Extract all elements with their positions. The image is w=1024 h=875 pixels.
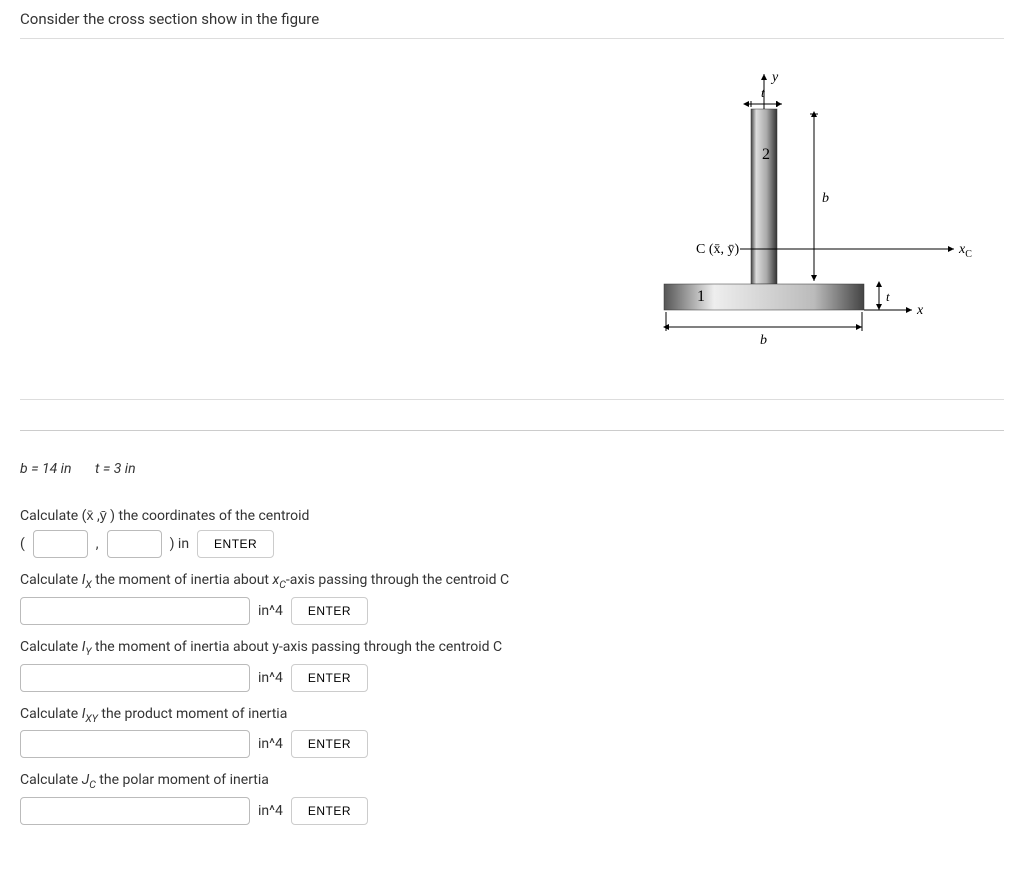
fig-xc-sub: C <box>965 249 972 260</box>
q2-input[interactable] <box>20 597 250 625</box>
fig-b-bottom: b <box>760 333 767 348</box>
fig-x-axis: x <box>916 303 924 318</box>
q1-ybar-input[interactable] <box>107 530 162 558</box>
q3-input[interactable] <box>20 664 250 692</box>
given-b: b = 14 in <box>20 461 71 477</box>
fig-t-top: t <box>761 85 765 100</box>
fig-centroid-label: C (x̄, ȳ) <box>696 242 740 257</box>
q2-unit: in^4 <box>258 603 283 619</box>
cross-section-figure: 2 1 y t b xC C (x̄, ȳ) t x b <box>604 69 1004 369</box>
q4-prompt: Calculate IXY the product moment of iner… <box>20 706 1004 725</box>
q1-enter-button[interactable]: ENTER <box>197 530 274 558</box>
q1-prompt: Calculate (x̄ ,ȳ ) the coordinates of th… <box>20 507 1004 524</box>
q2-enter-button[interactable]: ENTER <box>291 597 368 625</box>
fig-label-1: 1 <box>697 288 705 305</box>
given-values: b = 14 in t = 3 in <box>20 461 1004 477</box>
q1-open-paren: ( <box>20 536 25 552</box>
q3-unit: in^4 <box>258 670 283 686</box>
q3-enter-button[interactable]: ENTER <box>291 664 368 692</box>
svg-text:xC: xC <box>958 242 972 260</box>
q5-unit: in^4 <box>258 803 283 819</box>
q2-prompt: Calculate IX the moment of inertia about… <box>20 572 1004 591</box>
fig-t-right: t <box>886 289 890 304</box>
given-t: t = 3 in <box>95 461 136 477</box>
q4-unit: in^4 <box>258 736 283 752</box>
q1-xbar-input[interactable] <box>33 530 88 558</box>
fig-y-axis: y <box>770 70 779 85</box>
figure-frame: 2 1 y t b xC C (x̄, ȳ) t x b <box>20 38 1004 400</box>
page-title: Consider the cross section show in the f… <box>20 10 1004 28</box>
fig-label-2: 2 <box>762 146 770 163</box>
q5-input[interactable] <box>20 797 250 825</box>
q3-prompt: Calculate IY the moment of inertia about… <box>20 639 1004 658</box>
q1-close-unit: ) in <box>170 536 189 552</box>
q1-comma: , <box>96 536 99 552</box>
q5-prompt: Calculate JC the polar moment of inertia <box>20 772 1004 791</box>
divider <box>20 430 1004 431</box>
fig-b-right: b <box>822 191 829 206</box>
q4-enter-button[interactable]: ENTER <box>291 730 368 758</box>
q4-input[interactable] <box>20 730 250 758</box>
q5-enter-button[interactable]: ENTER <box>291 797 368 825</box>
